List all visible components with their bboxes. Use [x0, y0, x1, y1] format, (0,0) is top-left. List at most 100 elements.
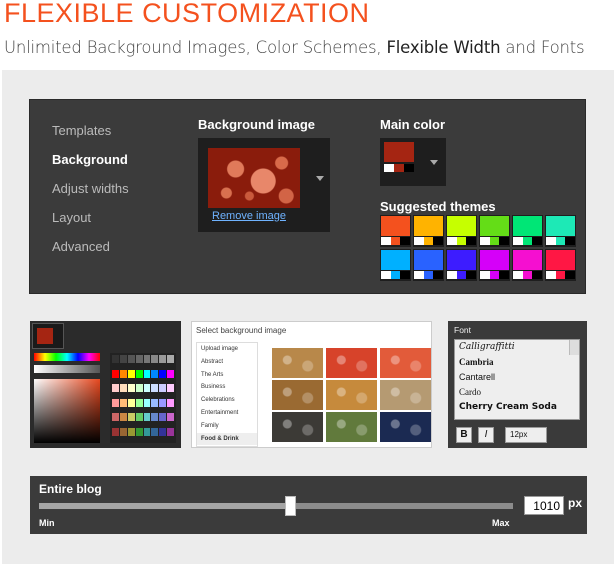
palette-swatch[interactable]	[119, 427, 127, 436]
palette-swatch[interactable]	[143, 384, 151, 392]
palette-swatch[interactable]	[135, 384, 143, 392]
palette-swatch[interactable]	[135, 427, 143, 436]
theme-swatch[interactable]	[545, 249, 576, 281]
image-thumbnail[interactable]	[272, 412, 323, 442]
palette-swatch[interactable]	[151, 355, 159, 363]
palette-swatch[interactable]	[127, 369, 135, 378]
category-item[interactable]: Family	[197, 420, 257, 433]
palette-swatch[interactable]	[167, 427, 174, 436]
category-item[interactable]: Upload image	[197, 343, 257, 356]
palette-swatch[interactable]	[127, 398, 135, 407]
palette-swatch[interactable]	[159, 398, 167, 407]
palette-swatch[interactable]	[159, 369, 167, 378]
palette-swatch[interactable]	[159, 355, 167, 363]
color-palette-grid[interactable]	[110, 353, 176, 443]
palette-swatch[interactable]	[112, 355, 119, 363]
theme-swatch[interactable]	[545, 215, 576, 247]
palette-swatch[interactable]	[119, 384, 127, 392]
palette-swatch[interactable]	[167, 413, 174, 421]
width-slider-handle[interactable]	[285, 496, 297, 516]
category-item[interactable]: The Arts	[197, 369, 257, 382]
palette-swatch[interactable]	[112, 427, 119, 436]
palette-swatch[interactable]	[143, 413, 151, 421]
palette-swatch[interactable]	[151, 398, 159, 407]
background-image-box[interactable]: Remove image	[198, 138, 330, 232]
category-item[interactable]: Business	[197, 381, 257, 394]
palette-swatch[interactable]	[135, 369, 143, 378]
theme-swatch[interactable]	[380, 249, 411, 281]
theme-swatch[interactable]	[413, 215, 444, 247]
color-select-button[interactable]	[32, 323, 64, 349]
palette-swatch[interactable]	[151, 413, 159, 421]
palette-swatch[interactable]	[159, 427, 167, 436]
saturation-slider[interactable]	[34, 365, 100, 373]
palette-swatch[interactable]	[159, 384, 167, 392]
palette-swatch[interactable]	[151, 369, 159, 378]
theme-swatch[interactable]	[446, 249, 477, 281]
color-gradient-area[interactable]	[34, 379, 100, 443]
palette-swatch[interactable]	[167, 398, 174, 407]
palette-swatch[interactable]	[119, 398, 127, 407]
palette-swatch[interactable]	[143, 369, 151, 378]
font-option[interactable]: Calligraffitti	[455, 340, 579, 355]
theme-swatch[interactable]	[512, 215, 543, 247]
palette-swatch[interactable]	[112, 413, 119, 421]
nav-item-layout[interactable]: Layout	[52, 207, 129, 236]
palette-swatch[interactable]	[127, 427, 135, 436]
font-option[interactable]: Cambria	[455, 355, 579, 370]
image-thumbnail[interactable]	[272, 348, 323, 378]
palette-swatch[interactable]	[167, 369, 174, 378]
bold-button[interactable]: B	[456, 427, 472, 443]
font-list[interactable]: Calligraffitti Cambria Cantarell Cardo Cherr…	[454, 339, 580, 420]
palette-swatch[interactable]	[167, 384, 174, 392]
image-thumbnail[interactable]	[380, 348, 431, 378]
remove-image-link[interactable]: Remove image	[212, 210, 286, 222]
nav-item-adjust-widths[interactable]: Adjust widths	[52, 178, 129, 207]
image-thumbnail[interactable]	[380, 412, 431, 442]
theme-swatch[interactable]	[479, 249, 510, 281]
chevron-down-icon[interactable]	[430, 160, 438, 165]
nav-item-templates[interactable]: Templates	[52, 120, 129, 149]
font-option[interactable]: Cardo	[455, 385, 579, 400]
palette-swatch[interactable]	[159, 413, 167, 421]
palette-swatch[interactable]	[127, 355, 135, 363]
font-list-scrollbar[interactable]	[569, 340, 579, 355]
palette-swatch[interactable]	[112, 398, 119, 407]
palette-swatch[interactable]	[135, 355, 143, 363]
image-thumbnail[interactable]	[326, 412, 377, 442]
nav-item-advanced[interactable]: Advanced	[52, 236, 129, 265]
theme-swatch[interactable]	[380, 215, 411, 247]
palette-swatch[interactable]	[135, 413, 143, 421]
theme-swatch[interactable]	[512, 249, 543, 281]
palette-swatch[interactable]	[143, 427, 151, 436]
palette-swatch[interactable]	[112, 369, 119, 378]
hue-slider[interactable]	[34, 353, 100, 361]
palette-swatch[interactable]	[143, 398, 151, 407]
category-item[interactable]: Entertainment	[197, 407, 257, 420]
image-thumbnail[interactable]	[326, 348, 377, 378]
image-thumbnail[interactable]	[326, 380, 377, 410]
italic-button[interactable]: I	[478, 427, 494, 443]
font-option[interactable]: Cantarell	[455, 370, 579, 385]
palette-swatch[interactable]	[127, 384, 135, 392]
category-item[interactable]: Abstract	[197, 356, 257, 369]
theme-swatch[interactable]	[479, 215, 510, 247]
width-value-input[interactable]	[524, 496, 564, 515]
palette-swatch[interactable]	[112, 384, 119, 392]
palette-swatch[interactable]	[119, 369, 127, 378]
width-slider-track[interactable]	[39, 496, 513, 516]
palette-swatch[interactable]	[151, 427, 159, 436]
palette-swatch[interactable]	[119, 355, 127, 363]
category-item[interactable]: Food & Drink	[197, 432, 257, 446]
image-thumbnail[interactable]	[272, 380, 323, 410]
palette-swatch[interactable]	[143, 355, 151, 363]
theme-swatch[interactable]	[446, 215, 477, 247]
background-thumbnail[interactable]	[208, 148, 300, 208]
palette-swatch[interactable]	[135, 398, 143, 407]
palette-swatch[interactable]	[151, 384, 159, 392]
palette-swatch[interactable]	[127, 413, 135, 421]
image-thumbnail[interactable]	[380, 380, 431, 410]
main-color-picker[interactable]	[380, 138, 446, 186]
palette-swatch[interactable]	[119, 413, 127, 421]
chevron-down-icon[interactable]	[316, 176, 324, 181]
